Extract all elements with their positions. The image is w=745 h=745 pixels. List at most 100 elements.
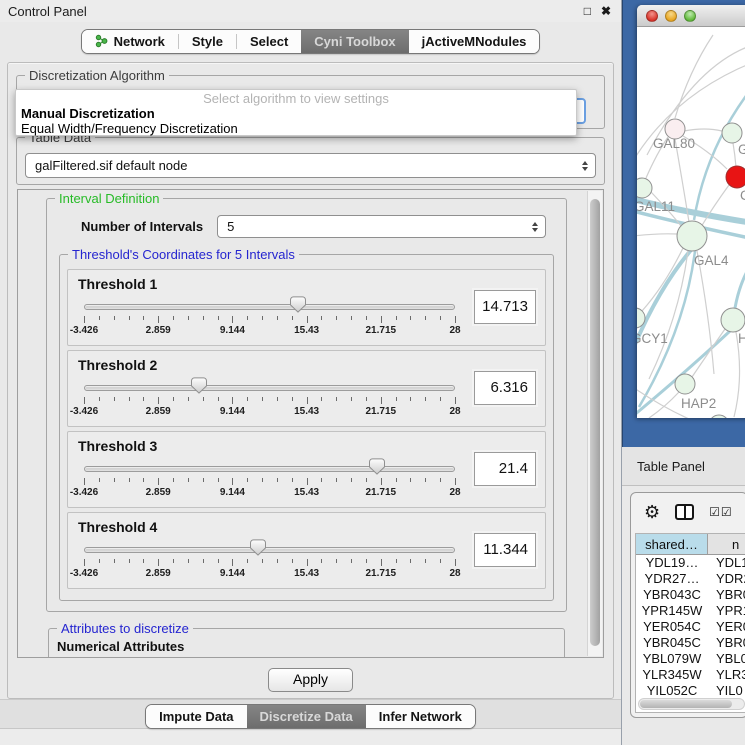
threshold-value-field[interactable]: 14.713	[474, 290, 536, 324]
table-row[interactable]: YDL19…YDL1	[636, 555, 745, 571]
network-edge[interactable]	[642, 248, 683, 311]
network-edge[interactable]	[684, 129, 722, 131]
network-node[interactable]	[722, 123, 742, 143]
network-canvas[interactable]: GAL80GACGAL11GAL4GCY1HHAP2	[637, 27, 745, 418]
table-horizontal-scrollbar-thumb[interactable]	[640, 700, 732, 708]
network-edge[interactable]	[733, 143, 736, 167]
table-cell[interactable]: YDR2	[708, 571, 745, 587]
threshold-panel: Threshold 1 -3.4262.8599.14415.4321.7152…	[67, 269, 546, 346]
tick-label: 28	[449, 568, 460, 579]
network-window-titlebar[interactable]	[637, 5, 745, 27]
zoom-traffic-light-icon[interactable]	[684, 10, 696, 22]
tick-label: 2.859	[146, 406, 171, 417]
network-node[interactable]	[637, 178, 652, 198]
tick-label: 15.43	[294, 325, 319, 336]
dropdown-option-equal-width[interactable]: Equal Width/Frequency Discretization	[16, 121, 576, 136]
network-edge[interactable]	[637, 60, 745, 175]
float-window-icon[interactable]: □	[584, 0, 591, 22]
table-cell[interactable]: YPR1	[708, 603, 745, 619]
column-header-shared-name[interactable]: shared…	[636, 534, 708, 554]
table-cell[interactable]: YER0	[708, 619, 745, 635]
select-columns-icon[interactable]: ☑☑	[709, 505, 733, 519]
column-header-name[interactable]: n	[708, 534, 745, 554]
slider-thumb[interactable]	[369, 458, 385, 475]
tab-jactivemnodules[interactable]: jActiveMNodules	[409, 30, 540, 53]
tab-style[interactable]: Style	[179, 30, 236, 53]
threshold-value-field[interactable]: 21.4	[474, 452, 536, 486]
threshold-slider[interactable]: -3.4262.8599.14415.4321.71528	[84, 292, 455, 338]
network-edge[interactable]	[735, 253, 745, 308]
tab-network[interactable]: Network	[82, 30, 178, 53]
table-cell[interactable]: YIL0	[708, 683, 745, 699]
tick-mark	[321, 559, 322, 563]
slider-track[interactable]	[84, 466, 455, 472]
tab-infer-network[interactable]: Infer Network	[366, 705, 475, 728]
tab-impute-data[interactable]: Impute Data	[146, 705, 246, 728]
close-traffic-light-icon[interactable]	[646, 10, 658, 22]
tab-discretize-data[interactable]: Discretize Data	[247, 705, 366, 728]
apply-button[interactable]: Apply	[268, 668, 353, 692]
tick-mark	[84, 559, 85, 566]
slider-track[interactable]	[84, 547, 455, 553]
table-horizontal-scrollbar[interactable]	[638, 698, 745, 710]
threshold-value-field[interactable]: 6.316	[474, 371, 536, 405]
table-cell[interactable]: YDL1	[708, 555, 745, 571]
slider-track[interactable]	[84, 385, 455, 391]
slider-thumb[interactable]	[250, 539, 266, 556]
tab-select[interactable]: Select	[237, 30, 301, 53]
gear-icon[interactable]: ⚙	[644, 503, 660, 521]
slider-track[interactable]	[84, 304, 455, 310]
table-row[interactable]: YLR345WYLR3	[636, 667, 745, 683]
threshold-slider[interactable]: -3.4262.8599.14415.4321.71528	[84, 373, 455, 419]
table-row[interactable]: YER054CYER0	[636, 619, 745, 635]
network-edge[interactable]	[649, 392, 679, 418]
network-edge[interactable]	[692, 329, 725, 377]
close-icon[interactable]: ✖	[601, 0, 611, 22]
table-cell[interactable]: YPR145W	[636, 603, 708, 619]
table-row[interactable]: YDR27…YDR2	[636, 571, 745, 587]
table-cell[interactable]: YBR0	[708, 635, 745, 651]
table-cell[interactable]: YBL079W	[636, 651, 708, 667]
threshold-value-field[interactable]: 11.344	[474, 533, 536, 567]
tab-cyni-toolbox[interactable]: Cyni Toolbox	[301, 30, 408, 53]
threshold-slider[interactable]: -3.4262.8599.14415.4321.71528	[84, 454, 455, 500]
table-cell[interactable]: YDR27…	[636, 571, 708, 587]
table-row[interactable]: YBR043CYBR0	[636, 587, 745, 603]
table-cell[interactable]: YER054C	[636, 619, 708, 635]
network-node[interactable]	[677, 221, 707, 251]
table-data-combobox[interactable]: galFiltered.sif default node	[25, 153, 596, 178]
dropdown-option-manual[interactable]: Manual Discretization	[16, 106, 576, 121]
settings-scrollbar-thumb[interactable]	[590, 199, 600, 646]
table-cell[interactable]: YBL0	[708, 651, 745, 667]
network-node[interactable]	[726, 166, 745, 188]
minimize-traffic-light-icon[interactable]	[665, 10, 677, 22]
network-edge[interactable]	[637, 234, 677, 237]
tick-mark	[351, 478, 352, 482]
network-node[interactable]	[709, 415, 729, 418]
table-cell[interactable]: YIL052C	[636, 683, 708, 699]
attributes-group: Attributes to discretize Numerical Attri…	[48, 628, 565, 658]
threshold-label: Threshold 1	[78, 276, 462, 292]
table-row[interactable]: YIL052CYIL0	[636, 683, 745, 699]
table-row[interactable]: YBR045CYBR0	[636, 635, 745, 651]
table-cell[interactable]: YBR045C	[636, 635, 708, 651]
table-cell[interactable]: YLR3	[708, 667, 745, 683]
table-row[interactable]: YBL079WYBL0	[636, 651, 745, 667]
slider-thumb[interactable]	[290, 296, 306, 313]
table-cell[interactable]: YLR345W	[636, 667, 708, 683]
tick-mark	[158, 316, 159, 323]
table-row[interactable]: YPR145WYPR1	[636, 603, 745, 619]
network-edge[interactable]	[649, 251, 688, 379]
threshold-slider[interactable]: -3.4262.8599.14415.4321.71528	[84, 535, 455, 581]
table-cell[interactable]: YBR043C	[636, 587, 708, 603]
columns-icon[interactable]	[675, 504, 694, 520]
slider-thumb[interactable]	[191, 377, 207, 394]
table-cell[interactable]: YBR0	[708, 587, 745, 603]
network-edge[interactable]	[697, 251, 714, 374]
tick-label: 21.715	[366, 568, 397, 579]
settings-scrollbar[interactable]	[587, 191, 602, 656]
network-node[interactable]	[675, 374, 695, 394]
table-cell[interactable]: YDL19…	[636, 555, 708, 571]
number-of-intervals-combobox[interactable]: 5	[217, 215, 546, 238]
network-node[interactable]	[721, 308, 745, 332]
